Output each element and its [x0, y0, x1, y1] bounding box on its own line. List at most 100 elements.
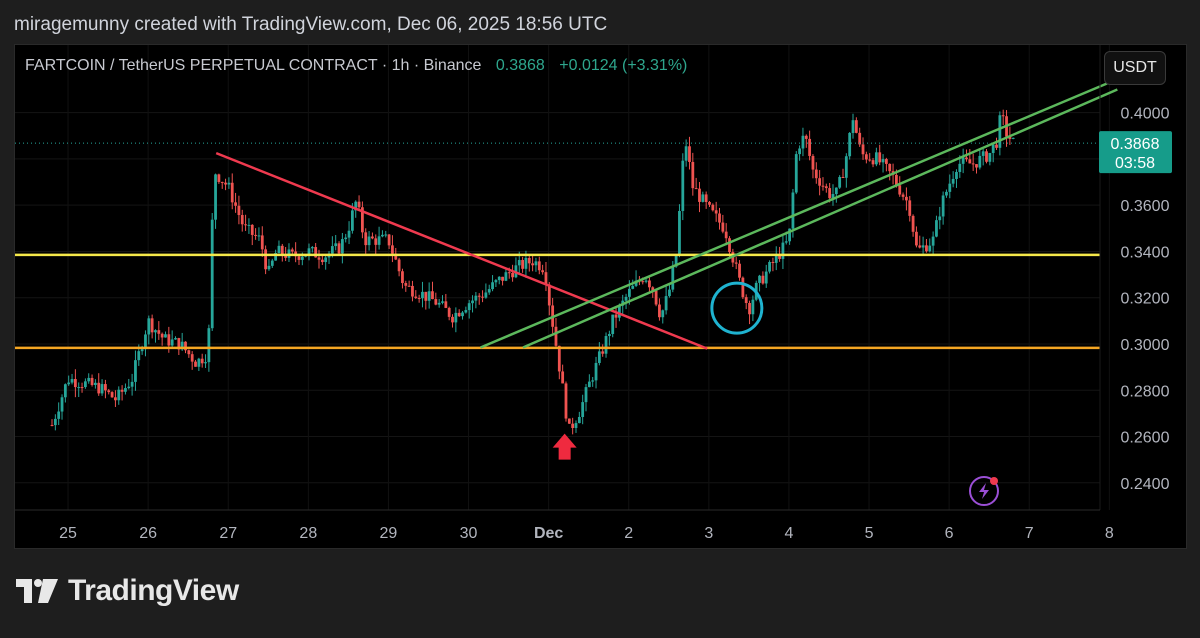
candle-body: [357, 201, 361, 208]
candle-body: [70, 379, 74, 383]
candle-body: [217, 174, 221, 182]
candle-body: [948, 183, 952, 192]
candle-body: [701, 194, 705, 202]
candle-body: [521, 260, 524, 269]
candle-body: [337, 243, 341, 254]
candle-body: [938, 216, 942, 221]
candle-body: [547, 284, 551, 306]
candle-body: [901, 194, 905, 197]
candle-body: [417, 297, 421, 299]
candle-body: [507, 272, 511, 274]
candle-body: [624, 296, 628, 301]
candle-body: [387, 234, 391, 246]
candle-body: [975, 164, 978, 168]
currency-button[interactable]: USDT: [1104, 51, 1166, 85]
candle-body: [150, 318, 154, 333]
candle-body: [454, 312, 458, 323]
candle-body: [711, 204, 715, 211]
candle-body: [1011, 137, 1015, 139]
candle-body: [584, 387, 588, 403]
candle-body: [511, 272, 514, 278]
candle-body: [147, 318, 151, 335]
candle-body: [134, 360, 137, 382]
candle-body: [661, 310, 665, 318]
candles: [50, 109, 1015, 435]
candle-body: [981, 151, 985, 156]
candle-body: [941, 195, 945, 217]
candle-body: [884, 159, 888, 164]
candlestick-chart[interactable]: 0.40000.38000.36000.34000.32000.30000.28…: [15, 45, 1187, 549]
candle-body: [407, 285, 411, 287]
candle-body: [57, 411, 61, 419]
tradingview-logo[interactable]: TradingView: [16, 574, 239, 608]
candle-body: [391, 245, 394, 254]
candle-body: [200, 358, 204, 364]
candle-body: [114, 397, 117, 401]
candle-body: [434, 299, 438, 305]
candle-body: [411, 285, 414, 297]
tradingview-mark-icon: [16, 579, 58, 603]
candle-body: [437, 302, 441, 305]
candle-body: [344, 237, 348, 240]
candle-body: [828, 188, 832, 199]
candle-body: [751, 299, 755, 315]
y-tick-label: 0.2400: [1121, 476, 1170, 493]
candle-body: [80, 387, 84, 389]
candle-body: [224, 182, 227, 185]
candle-body: [234, 202, 237, 206]
candle-body: [174, 338, 177, 340]
candle-body: [684, 146, 688, 161]
candle-body: [985, 151, 988, 162]
candle-body: [627, 288, 631, 297]
candle-body: [881, 159, 885, 163]
candle-body: [170, 339, 174, 346]
candle-body: [310, 247, 314, 249]
candle-body: [467, 303, 471, 311]
candle-body: [220, 181, 224, 183]
candle-body: [614, 314, 618, 318]
candle-body: [364, 232, 368, 246]
x-tick-label: 29: [380, 525, 398, 542]
candle-body: [320, 259, 324, 263]
x-tick-label: 3: [704, 525, 713, 542]
candle-body: [818, 178, 822, 186]
bolt-glyph: [979, 483, 989, 499]
candle-body: [641, 281, 645, 283]
time-axis: 25 26 27 28 29 30 Dec 2 3 4 5 6 7 8: [15, 509, 1114, 542]
chart-panel[interactable]: 0.40000.38000.36000.34000.32000.30000.28…: [14, 44, 1187, 549]
candle-body: [124, 388, 127, 392]
y-tick-label: 0.3600: [1121, 198, 1170, 215]
candle-body: [801, 135, 805, 149]
candle-body: [421, 291, 424, 299]
candle-body: [447, 307, 451, 317]
candle-body: [377, 236, 381, 245]
candle-body: [915, 231, 918, 246]
candle-body: [574, 423, 578, 428]
candle-body: [864, 154, 868, 160]
symbol-legend[interactable]: FARTCOIN / TetherUS PERPETUAL CONTRACT ·…: [25, 57, 687, 75]
candle-body: [441, 301, 444, 303]
candle-body: [838, 177, 842, 188]
candle-body: [527, 257, 531, 264]
candle-body: [905, 196, 908, 201]
candle-body: [444, 301, 448, 308]
candle-body: [925, 245, 928, 252]
candle-body: [424, 291, 428, 301]
candle-body: [501, 276, 504, 281]
candle-body: [874, 152, 878, 165]
candle-body: [210, 219, 214, 329]
candle-body: [464, 310, 468, 313]
candle-body: [300, 256, 304, 260]
candle-body: [581, 402, 585, 417]
candle-body: [371, 236, 374, 239]
candle-body: [961, 157, 965, 164]
candle-body: [841, 177, 845, 179]
price-tag-price: 0.3868: [1111, 136, 1160, 153]
candle-body: [107, 390, 111, 393]
candle-body: [604, 336, 608, 354]
candle-body: [594, 362, 598, 381]
candle-body: [140, 349, 144, 352]
candle-body: [204, 362, 207, 364]
candle-body: [931, 236, 935, 246]
candle-body: [504, 272, 508, 281]
